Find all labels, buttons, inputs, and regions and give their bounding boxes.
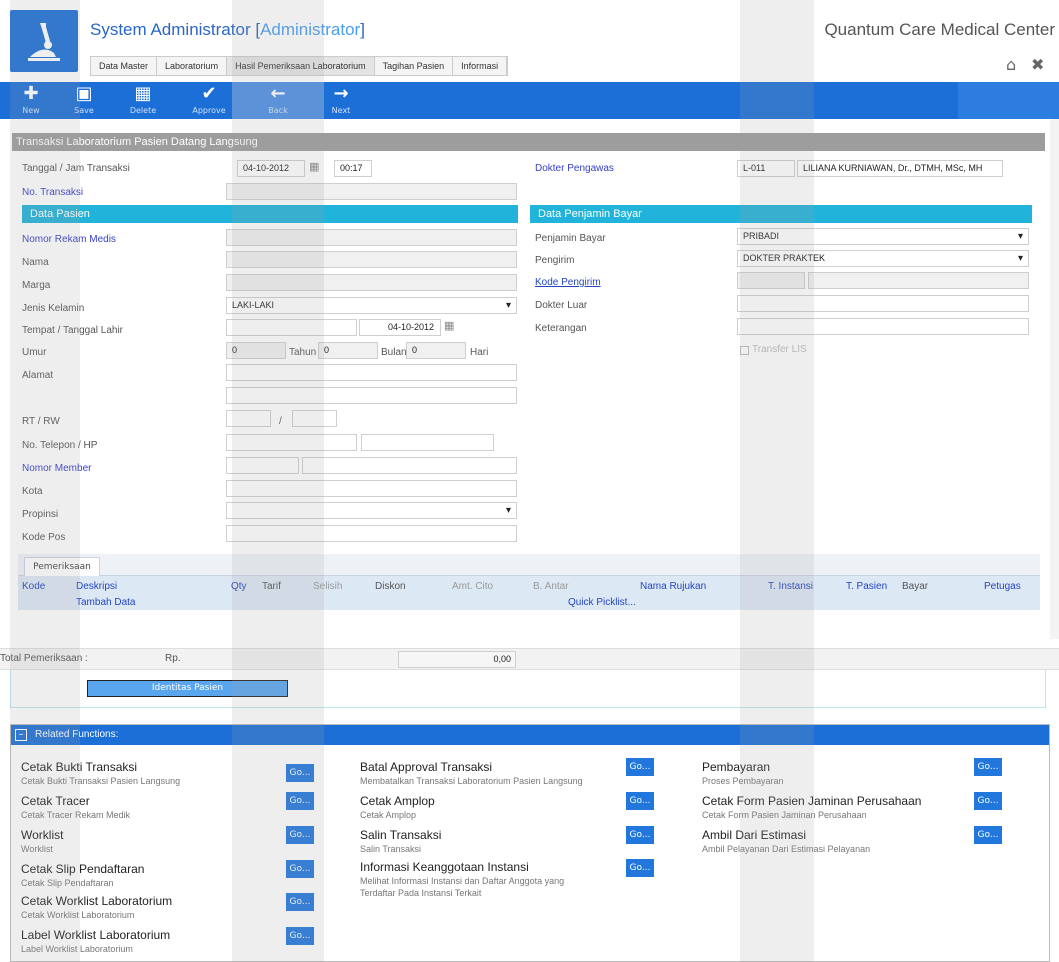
watermark-logo — [740, 0, 814, 962]
go-salin-transaksi-button[interactable]: Go... — [626, 826, 654, 844]
related-title: Informasi Keanggotaan Instansi — [360, 860, 529, 874]
member-nama-input[interactable] — [302, 457, 517, 474]
penjamin-bayar-label: Penjamin Bayar — [535, 233, 606, 244]
jam-transaksi-input[interactable]: 00:17 — [334, 160, 372, 177]
total-value: 0,00 — [398, 651, 516, 668]
delete-button[interactable]: ▦ Delete — [120, 82, 166, 119]
toolbar-right-panel — [958, 82, 1059, 119]
related-desc: Cetak Amplop — [360, 810, 417, 820]
go-ambil-dari-estimasi-button[interactable]: Go... — [974, 826, 1002, 844]
related-title: Batal Approval Transaksi — [360, 760, 493, 774]
pengirim-label: Pengirim — [535, 255, 575, 266]
section-title: Transaksi Laboratorium Pasien Datang Lan… — [12, 133, 1045, 151]
column-header-bayar[interactable]: Bayar — [902, 581, 928, 592]
trash-icon: ▦ — [134, 83, 152, 104]
total-bar — [0, 648, 1059, 670]
dokter-nama-input[interactable]: LILIANA KURNIAWAN, Dr., DTMH, MSc, MH — [797, 160, 1003, 177]
column-header-amt-cito[interactable]: Amt. Cito — [452, 581, 493, 592]
toolbar: ✚ New ▣ Save ▦ Delete ✔ Approve ← Back → Next — [0, 82, 1059, 119]
total-currency-label: Rp. — [165, 653, 181, 664]
related-functions-header: Related Functions: — [11, 725, 1049, 745]
related-desc: Terdaftar Pada Instansi Terkait — [360, 888, 482, 898]
tanggal-lahir-input[interactable]: 04-10-2012 — [359, 319, 441, 336]
hari-label: Hari — [470, 347, 489, 358]
kode-pengirim-link[interactable]: Kode Pengirim — [535, 277, 601, 288]
column-header-nama-rujukan[interactable]: Nama Rujukan — [640, 581, 706, 592]
watermark-logo — [10, 0, 80, 962]
related-desc: Membatalkan Transaksi Laboratorium Pasie… — [360, 776, 583, 786]
bulan-label: Bulan — [381, 347, 407, 358]
column-header-deskripsi[interactable]: Deskripsi — [76, 581, 117, 592]
watermark-logo — [232, 0, 324, 962]
umur-hari-input[interactable]: 0 — [406, 342, 466, 359]
nama-pengirim-input[interactable] — [808, 272, 1029, 289]
go-cetak-amplop-button[interactable]: Go... — [626, 792, 654, 810]
go-cetak-form-pasien-button[interactable]: Go... — [974, 792, 1002, 810]
keterangan-label: Keterangan — [535, 323, 587, 334]
hp-input[interactable] — [361, 434, 494, 451]
dokter-luar-label: Dokter Luar — [535, 300, 588, 311]
menu-item-data-master[interactable]: Data Master — [91, 57, 158, 75]
arrow-right-icon: → — [333, 83, 349, 104]
related-title: Cetak Amplop — [360, 794, 435, 808]
related-title: Salin Transaksi — [360, 828, 442, 842]
check-circle-icon: ✔ — [201, 83, 217, 104]
menu-item-tagihan-pasien[interactable]: Tagihan Pasien — [375, 57, 454, 75]
home-icon[interactable]: ⌂ — [1006, 55, 1016, 74]
close-icon[interactable]: ✖ — [1031, 55, 1044, 74]
calendar-icon[interactable]: ▦ — [444, 319, 454, 332]
menu-item-laboratorium[interactable]: Laboratorium — [157, 57, 228, 75]
menu-item-informasi[interactable]: Informasi — [453, 57, 508, 75]
scrollbar[interactable] — [1050, 119, 1059, 639]
related-desc: Melihat Informasi Instansi dan Daftar An… — [360, 876, 565, 886]
column-header-t-pasien[interactable]: T. Pasien — [846, 581, 887, 592]
go-batal-approval-button[interactable]: Go... — [626, 758, 654, 776]
approve-button[interactable]: ✔ Approve — [186, 82, 232, 119]
related-desc: Salin Transaksi — [360, 844, 422, 854]
dokter-pengawas-label: Dokter Pengawas — [535, 163, 614, 174]
related-functions-panel — [10, 724, 1050, 962]
column-header-petugas[interactable]: Petugas — [984, 581, 1021, 592]
umur-bulan-input[interactable]: 0 — [318, 342, 378, 359]
pemeriksaan-tabbar — [18, 554, 1040, 576]
column-header-b-antar[interactable]: B. Antar — [533, 581, 569, 592]
tambah-data-link[interactable]: Tambah Data — [76, 597, 135, 608]
go-informasi-keanggotaan-button[interactable]: Go... — [626, 859, 654, 877]
next-button[interactable]: → Next — [326, 82, 356, 119]
quick-picklist-link[interactable]: Quick Picklist... — [568, 597, 636, 608]
go-pembayaran-button[interactable]: Go... — [974, 758, 1002, 776]
column-header-diskon[interactable]: Diskon — [375, 581, 406, 592]
